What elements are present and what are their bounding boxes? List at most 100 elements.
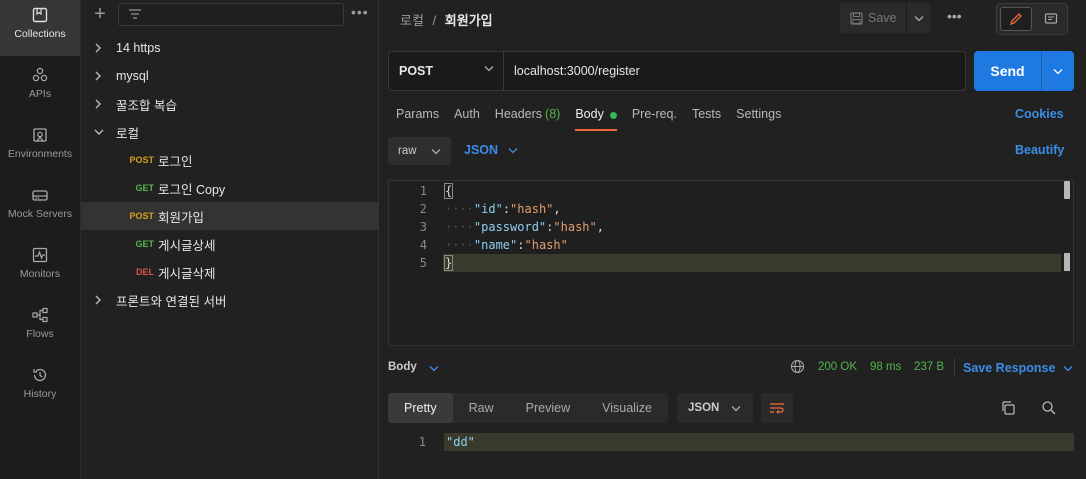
response-header: Body 200 OK 98 ms 237 B Save Response [388,356,1078,380]
json-key: "id" [473,202,503,216]
rail-label: Mock Servers [7,208,73,220]
collections-sidebar: + ••• 14 https mysql 꿀조합 복습 로컬 POST 로그인 … [81,0,379,479]
collection-folder[interactable]: 14 https [81,34,379,62]
response-format-value: JSON [688,402,720,414]
request-item[interactable]: POST 로그인 [81,146,379,174]
rail-label: Monitors [19,268,61,280]
response-body[interactable]: 1 "dd" [388,433,1074,451]
json-comma: , [596,220,604,234]
code-line-current: 5 } [389,254,1073,272]
response-time[interactable]: 98 ms [870,361,901,373]
cursor-marker [1064,253,1070,271]
folder-label: 프론트와 연결된 서버 [116,294,227,309]
collection-folder-open[interactable]: 로컬 [81,118,379,146]
chevron-down-icon[interactable] [1041,51,1074,91]
chevron-down-icon [508,147,518,153]
json-colon: : [502,202,511,216]
chevron-down-icon [431,148,440,154]
tab-body-label: Body [575,107,604,121]
method-badge: GET [135,239,154,249]
pencil-icon[interactable] [1000,7,1032,31]
rail-item-history[interactable]: History [0,360,80,416]
rail-item-collections[interactable]: Collections [0,0,80,56]
environments-icon [33,128,47,142]
method-select[interactable]: POST [389,52,504,90]
cookies-link[interactable]: Cookies [1015,107,1064,121]
rail-label: Flows [26,328,54,340]
request-workspace: 로컬 / 회원가입 Save ••• POST localhost:3000/r… [380,0,1086,479]
rail-item-flows[interactable]: Flows [0,300,80,356]
headers-count: (8) [545,107,561,121]
rail-label: Collections [14,28,66,40]
url-input[interactable]: localhost:3000/register [514,64,640,78]
save-response-label: Save Response [963,361,1056,375]
send-button[interactable]: Send [974,51,1074,91]
sidebar-toolbar: + ••• [81,0,379,30]
search-icon[interactable] [1041,400,1057,416]
request-item[interactable]: GET 로그인 Copy [81,174,379,202]
tab-prereq[interactable]: Pre-req. [632,104,677,131]
tab-visualize[interactable]: Visualize [586,393,668,423]
collection-folder[interactable]: 꿀조합 복습 [81,90,379,118]
body-editor[interactable]: 1 { 2 ····"id":"hash", 3 ····"password":… [388,180,1074,346]
nav-rail: Collections APIs Environments Mock Serve… [0,0,81,479]
rail-item-apis[interactable]: APIs [0,60,80,116]
breadcrumb-current[interactable]: 회원가입 [445,13,493,28]
chevron-right-icon [94,71,106,81]
tab-tests[interactable]: Tests [692,104,721,131]
plus-icon[interactable]: + [91,3,109,26]
tab-settings[interactable]: Settings [736,104,781,131]
response-size[interactable]: 237 B [914,361,944,373]
tab-preview[interactable]: Preview [510,393,586,423]
copy-icon[interactable] [1000,400,1016,416]
json-value: "hash" [524,238,568,252]
apis-icon [32,67,48,82]
tab-raw[interactable]: Raw [453,393,510,423]
collection-folder[interactable]: 프론트와 연결된 서버 [81,286,379,314]
tab-headers[interactable]: Headers (8) [495,104,561,131]
monitors-icon [32,247,48,263]
code-brace: } [443,255,454,271]
folder-label: 꿀조합 복습 [116,98,177,113]
save-response-button[interactable]: Save Response [963,361,1073,375]
chevron-down-icon [429,366,439,372]
chevron-down-icon[interactable] [906,3,930,33]
breadcrumb-parent[interactable]: 로컬 [400,13,424,28]
save-button[interactable]: Save [840,3,930,33]
tab-pretty[interactable]: Pretty [388,393,453,423]
body-mode-select[interactable]: raw [388,137,451,165]
rail-item-monitors[interactable]: Monitors [0,240,80,296]
rail-item-environments[interactable]: Environments [0,120,80,176]
tab-body[interactable]: Body [575,104,617,131]
beautify-link[interactable]: Beautify [1015,143,1064,157]
documentation-icon[interactable] [1037,7,1065,31]
filter-input[interactable] [118,3,344,26]
rail-label: History [23,388,57,400]
tab-auth[interactable]: Auth [454,104,480,131]
indent-dots: ···· [445,220,474,234]
editor-scrollbar[interactable] [1064,181,1070,199]
request-label: 로그인 [158,154,193,169]
wrap-lines-button[interactable] [761,393,793,423]
globe-icon[interactable] [790,359,805,374]
line-number: 4 [419,238,427,252]
request-label: 회원가입 [158,210,205,225]
json-colon: : [517,238,525,252]
request-item[interactable]: DEL 게시글삭제 [81,258,379,286]
tab-params[interactable]: Params [396,104,439,131]
method-badge: DEL [136,267,154,277]
request-item[interactable]: GET 게시글상세 [81,230,379,258]
more-icon[interactable]: ••• [947,8,962,24]
rail-item-mock-servers[interactable]: Mock Servers [0,180,80,236]
chevron-down-icon [731,405,741,411]
more-icon[interactable]: ••• [351,4,369,20]
body-language-select[interactable]: JSON [464,143,518,157]
status-code[interactable]: 200 OK [818,361,857,373]
collection-folder[interactable]: mysql [81,62,379,90]
response-body-select[interactable]: Body [388,361,439,373]
code-brace: { [443,183,454,199]
tab-headers-label: Headers [494,107,543,121]
request-item-selected[interactable]: POST 회원가입 [81,202,379,230]
json-value: "hash" [510,202,554,216]
response-format-select[interactable]: JSON [677,393,753,423]
